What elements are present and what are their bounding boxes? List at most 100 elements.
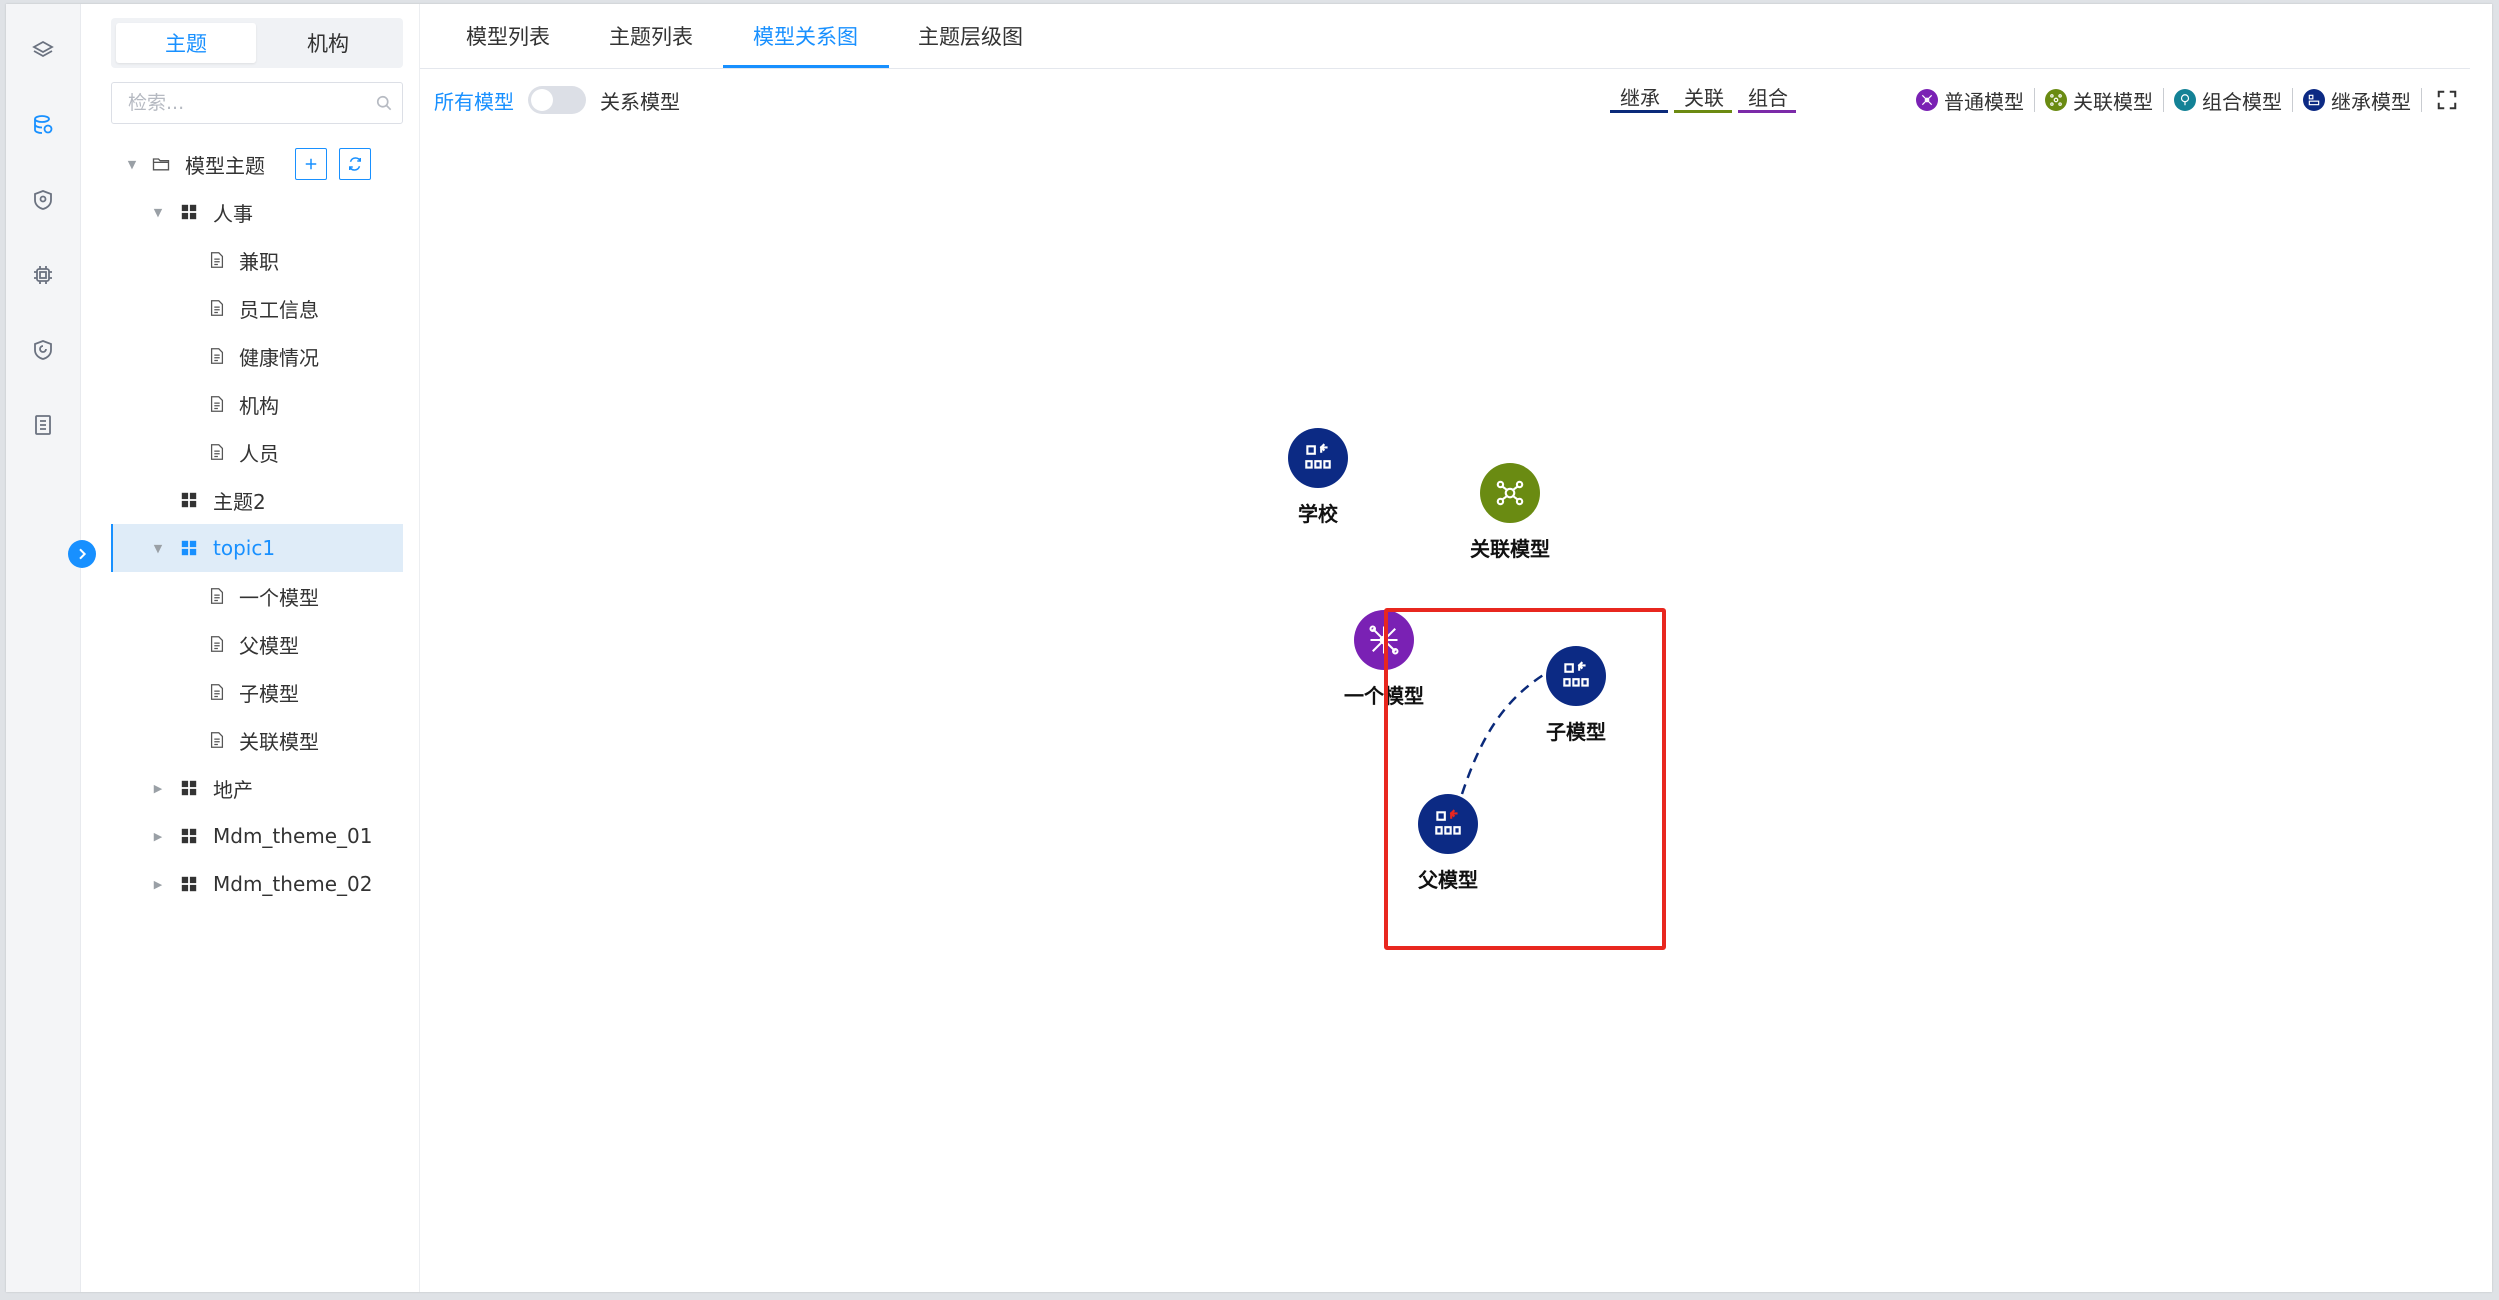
tree-icon — [2174, 89, 2196, 111]
grid-icon — [179, 490, 199, 510]
tree-topic-node[interactable]: ▼ 人事 — [111, 188, 403, 236]
topic-tree-panel: 主题 机构 ▼ 模型主题 ▼ 人事 兼职 员工信息 健康情况 — [81, 4, 420, 1292]
tree-model-node[interactable]: 关联模型 — [111, 716, 403, 764]
database-icon[interactable] — [27, 109, 59, 141]
legend-divider — [2421, 88, 2422, 112]
tree-node-label: 子模型 — [239, 681, 299, 706]
all-models-label[interactable]: 所有模型 — [434, 86, 514, 115]
tree-topic-node[interactable]: 主题2 — [111, 476, 403, 524]
legend-association-model-label: 关联模型 — [2073, 89, 2153, 114]
icon-rail — [6, 4, 81, 1292]
expand-sidebar-button[interactable] — [68, 540, 96, 568]
tree-node-label: 健康情况 — [239, 345, 319, 370]
tree-model-node[interactable]: 员工信息 — [111, 284, 403, 332]
tree-node-label: 主题2 — [213, 489, 266, 514]
tree-model-node[interactable]: 健康情况 — [111, 332, 403, 380]
layers-icon[interactable] — [27, 34, 59, 66]
tree-topic-node-selected[interactable]: ▼ topic1 — [111, 524, 403, 572]
main-tabs: 模型列表 主题列表 模型关系图 主题层级图 — [420, 4, 2470, 69]
tree-topic-node[interactable]: ▶ 地产 — [111, 764, 403, 812]
tab-model-list[interactable]: 模型列表 — [466, 4, 550, 68]
tree-node-label: 父模型 — [239, 633, 299, 658]
chevron-right-icon — [79, 548, 87, 560]
selection-highlight-box — [1384, 608, 1666, 950]
grid-icon — [179, 538, 199, 558]
inherit-icon — [2303, 89, 2325, 111]
caret-down-icon[interactable]: ▼ — [151, 541, 165, 555]
tree-model-node[interactable]: 兼职 — [111, 236, 403, 284]
legend-inherit-model: 继承模型 — [2303, 86, 2411, 115]
legend-inherit-label: 继承 — [1620, 86, 1660, 110]
tree-model-node[interactable]: 人员 — [111, 428, 403, 476]
graph-node-school[interactable]: 学校 — [1258, 428, 1378, 527]
folder-open-icon — [151, 154, 171, 174]
tree-model-node[interactable]: 一个模型 — [111, 572, 403, 620]
document-icon — [207, 442, 227, 462]
security-shield-icon[interactable] — [27, 334, 59, 366]
caret-right-icon[interactable]: ▶ — [151, 781, 165, 795]
chip-icon[interactable] — [27, 259, 59, 291]
legend-composition-label: 组合 — [1748, 86, 1788, 110]
document-icon — [207, 346, 227, 366]
add-topic-button[interactable] — [295, 148, 327, 180]
grid-icon — [179, 778, 199, 798]
search-input[interactable] — [126, 83, 370, 123]
search-box — [111, 82, 403, 124]
tab-model-relation-graph[interactable]: 模型关系图 — [753, 4, 858, 68]
tree-node-label: 机构 — [239, 393, 279, 418]
grid-icon — [179, 826, 199, 846]
search-icon[interactable] — [374, 93, 394, 113]
tree-node-label: Mdm_theme_01 — [213, 824, 373, 848]
document-list-icon[interactable] — [27, 409, 59, 441]
switch-knob — [531, 89, 553, 111]
tree-model-node[interactable]: 父模型 — [111, 620, 403, 668]
legend-composition-model: 组合模型 — [2174, 86, 2282, 115]
graph-node-association-model[interactable]: 关联模型 — [1450, 463, 1570, 562]
legend-association-label: 关联 — [1684, 86, 1724, 110]
tree-topic-node[interactable]: ▶ Mdm_theme_01 — [111, 812, 403, 860]
shield-pin-icon[interactable] — [27, 184, 59, 216]
tree-root[interactable]: ▼ 模型主题 — [111, 140, 403, 188]
legend-divider — [2163, 88, 2164, 112]
document-icon — [207, 250, 227, 270]
legend-normal-model: 普通模型 — [1916, 86, 2024, 115]
tab-topic-list[interactable]: 主题列表 — [609, 4, 693, 68]
document-icon — [207, 298, 227, 318]
tree-node-label: 员工信息 — [239, 297, 319, 322]
document-icon — [207, 586, 227, 606]
network-icon — [1916, 89, 1938, 111]
panel-tab-switch: 主题 机构 — [111, 18, 403, 68]
refresh-button[interactable] — [339, 148, 371, 180]
tab-topic[interactable]: 主题 — [116, 23, 256, 63]
refresh-icon — [349, 157, 361, 171]
tab-topic-hierarchy[interactable]: 主题层级图 — [918, 4, 1023, 68]
tree-node-label: 兼职 — [239, 249, 279, 274]
legend-divider — [2034, 88, 2035, 112]
tree-node-label: Mdm_theme_02 — [213, 872, 373, 896]
caret-down-icon[interactable]: ▼ — [151, 205, 165, 219]
caret-down-icon[interactable]: ▼ — [125, 157, 139, 171]
tree-node-label: 一个模型 — [239, 585, 319, 610]
legend-association-line — [1674, 110, 1732, 113]
molecule-icon — [1480, 463, 1540, 523]
tree-topic-node[interactable]: ▶ Mdm_theme_02 — [111, 860, 403, 908]
document-icon — [207, 394, 227, 414]
legend-association-model: 关联模型 — [2045, 86, 2153, 115]
tree-root-label: 模型主题 — [185, 153, 265, 178]
tree-model-node[interactable]: 子模型 — [111, 668, 403, 716]
legend-composition-line — [1738, 110, 1796, 113]
caret-right-icon[interactable]: ▶ — [151, 877, 165, 891]
tab-organization[interactable]: 机构 — [258, 23, 398, 63]
caret-right-icon[interactable]: ▶ — [151, 829, 165, 843]
relation-models-label[interactable]: 关系模型 — [600, 86, 680, 115]
document-icon — [207, 730, 227, 750]
molecule-icon — [2045, 89, 2067, 111]
legend-inherit-model-label: 继承模型 — [2331, 89, 2411, 114]
tree-node-label: 人员 — [239, 441, 279, 466]
fullscreen-icon[interactable] — [2436, 89, 2458, 111]
tree-node-label: 关联模型 — [239, 729, 319, 754]
legend-divider — [2292, 88, 2293, 112]
tree-model-node[interactable]: 机构 — [111, 380, 403, 428]
relation-models-switch[interactable] — [528, 86, 586, 114]
active-tab-indicator — [723, 65, 889, 68]
